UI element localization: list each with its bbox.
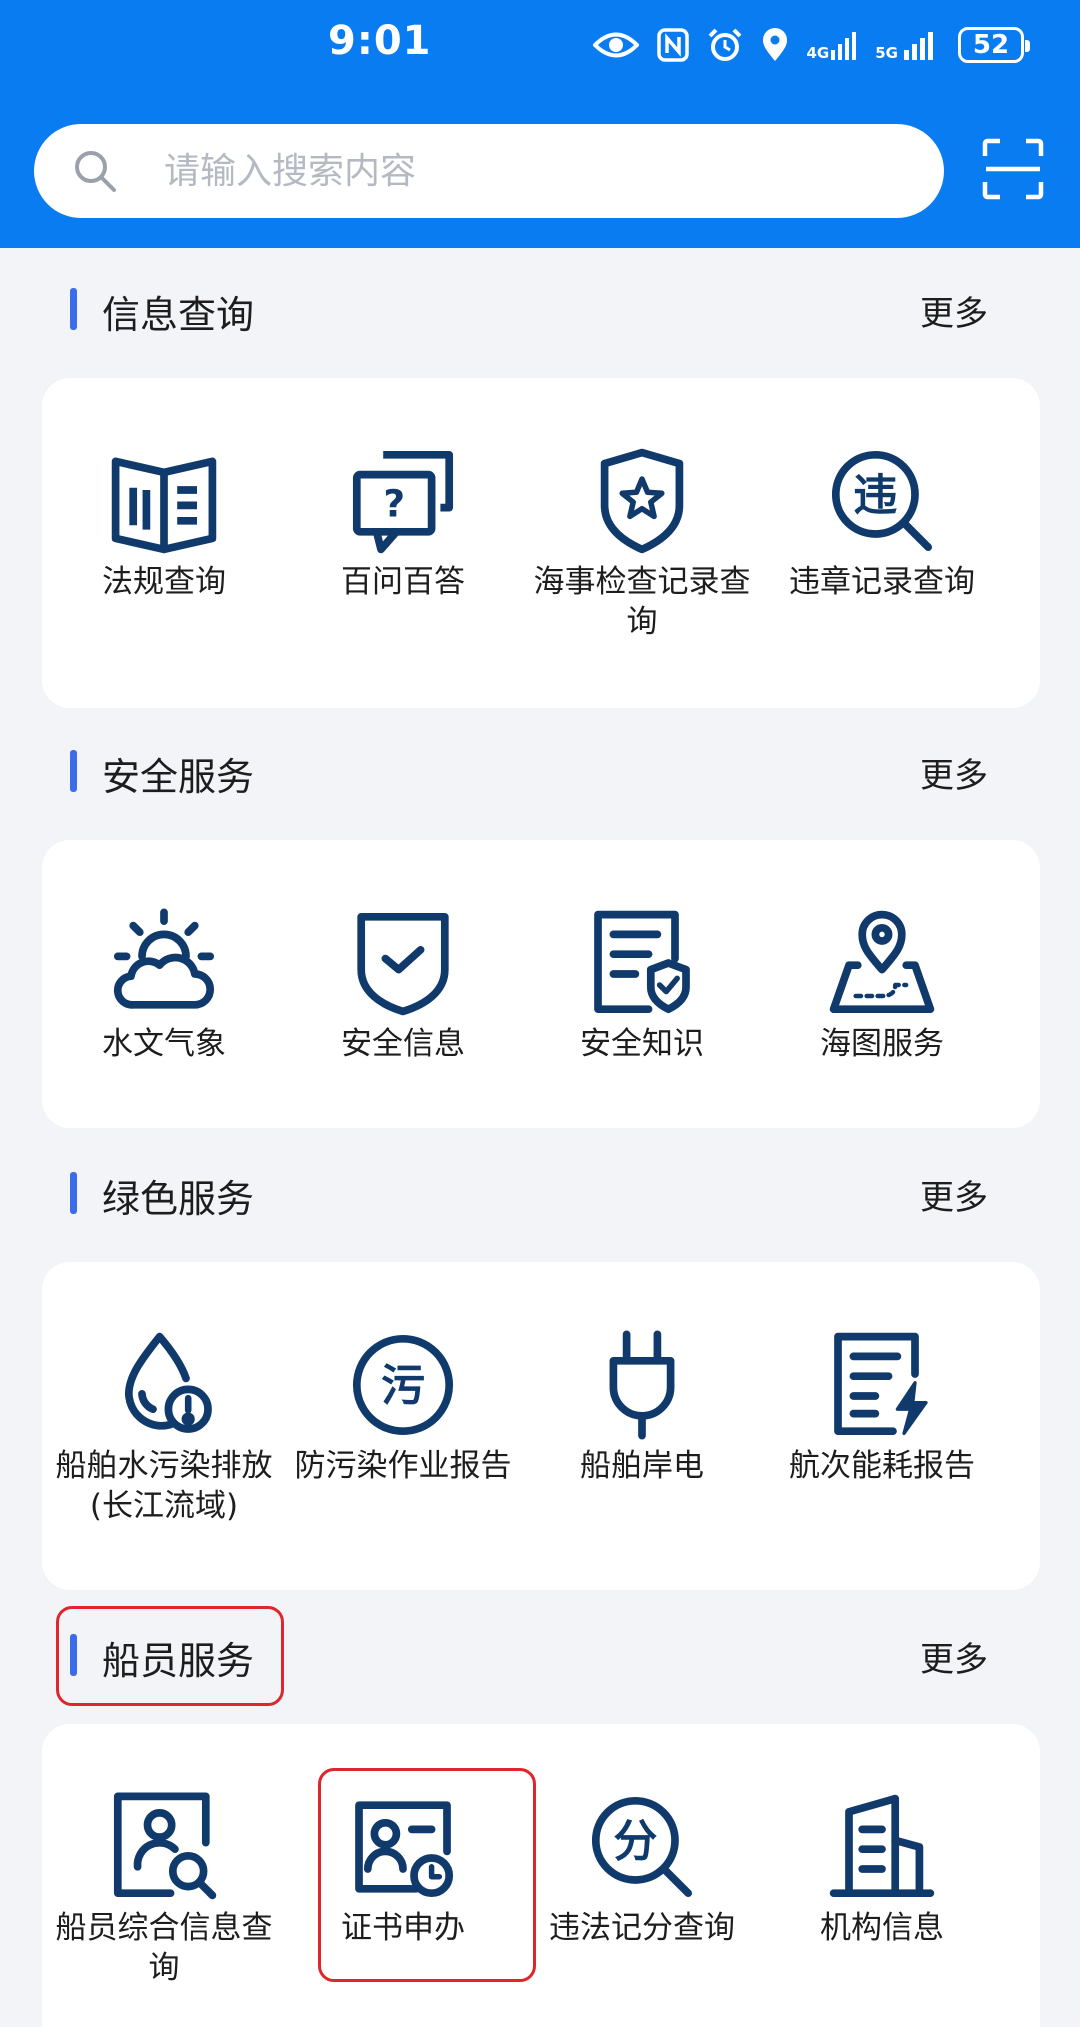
item-label: 船舶岸电: [580, 1448, 704, 1484]
item-shore-power[interactable]: 船舶岸电: [522, 1330, 762, 1486]
item-safety-knowledge[interactable]: 安全知识: [522, 908, 762, 1064]
item-label: 航次能耗报告: [789, 1448, 975, 1484]
violation-search-icon: 违: [762, 446, 1002, 556]
item-label: 海图服务: [820, 1026, 944, 1062]
location-icon: [762, 28, 787, 61]
item-chart-service[interactable]: 海图服务: [762, 908, 1002, 1064]
faq-chat-icon: ?: [283, 446, 523, 556]
signal-4g: 4G: [806, 30, 858, 62]
section-header-info: 信息查询 更多: [60, 278, 1020, 338]
section-accent-bar: [70, 1172, 77, 1214]
shield-star-icon: [522, 446, 762, 556]
building-icon: [762, 1792, 1002, 1902]
card-crew-service: 船员综合信息查询 证书申办 分 违法记分查询 机构信息: [42, 1724, 1040, 2027]
item-label: 法规查询: [102, 564, 226, 600]
item-inspection-record[interactable]: 海事检查记录查询: [522, 446, 762, 642]
item-label: 船员综合信息查询: [55, 1910, 273, 1986]
eye-icon: [592, 32, 639, 58]
score-glyph: 分: [613, 1816, 657, 1867]
signal-5g-label: 5G: [875, 44, 898, 62]
section-title: 安全服务: [102, 755, 255, 799]
weather-icon: [44, 908, 284, 1018]
signal-4g-label: 4G: [806, 44, 830, 62]
item-crew-info-query[interactable]: 船员综合信息查询: [44, 1792, 284, 1988]
item-label: 百问百答: [341, 564, 465, 600]
card-info-query: 法规查询 ? 百问百答 海事检查记录查询 违 违章记录查询: [42, 378, 1040, 708]
pollution-icon: 污: [283, 1330, 523, 1440]
item-label: 违章记录查询: [789, 564, 975, 600]
section-header-safety: 安全服务 更多: [60, 740, 1020, 800]
plug-icon: [522, 1330, 762, 1440]
item-regulation-query[interactable]: 法规查询: [44, 446, 284, 602]
violation-glyph: 违: [853, 470, 897, 521]
shield-check-icon: [283, 908, 523, 1018]
item-label: 船舶水污染排放(长江流域): [55, 1448, 273, 1524]
item-label: 安全知识: [580, 1026, 704, 1062]
highlight-box-certificate: [318, 1768, 536, 1982]
search-bar[interactable]: [34, 124, 944, 218]
search-icon: [75, 151, 116, 192]
more-link[interactable]: 更多: [920, 1632, 988, 1681]
book-icon: [44, 446, 284, 556]
item-faq[interactable]: ? 百问百答: [283, 446, 523, 602]
item-voyage-energy-report[interactable]: 航次能耗报告: [762, 1330, 1002, 1486]
more-link[interactable]: 更多: [920, 286, 988, 335]
signal-5g: 5G: [875, 30, 940, 62]
map-pin-icon: [762, 908, 1002, 1018]
alarm-icon: [708, 28, 741, 61]
section-accent-bar: [70, 750, 77, 792]
nfc-icon: [656, 28, 689, 62]
item-label: 海事检查记录查询: [533, 564, 751, 640]
section-title: 绿色服务: [102, 1177, 255, 1221]
energy-report-icon: [762, 1330, 1002, 1440]
document-shield-icon: [522, 908, 762, 1018]
more-link[interactable]: 更多: [920, 748, 988, 797]
battery-indicator: 52: [958, 27, 1030, 63]
signal-bars-icon: [831, 32, 857, 60]
item-label: 机构信息: [820, 1910, 944, 1946]
card-green-service: 船舶水污染排放(长江流域) 污 防污染作业报告 船舶岸电 航次能耗报告: [42, 1262, 1040, 1590]
item-water-pollution-discharge[interactable]: 船舶水污染排放(长江流域): [44, 1330, 284, 1526]
card-safety-service: 水文气象 安全信息 安全知识 海图服务: [42, 840, 1040, 1128]
status-time: 9:01: [328, 18, 432, 64]
item-label: 防污染作业报告: [294, 1448, 512, 1484]
crew-search-icon: [44, 1792, 284, 1902]
section-accent-bar: [70, 288, 77, 330]
item-pollution-prevention-report[interactable]: 污 防污染作业报告: [283, 1330, 523, 1486]
more-link[interactable]: 更多: [920, 1170, 988, 1219]
item-safety-info[interactable]: 安全信息: [283, 908, 523, 1064]
water-drop-alert-icon: [44, 1330, 284, 1440]
item-hydro-weather[interactable]: 水文气象: [44, 908, 284, 1064]
top-bar: 9:01 4G 5G 52: [0, 0, 1080, 248]
score-search-icon: 分: [522, 1792, 762, 1902]
item-label: 水文气象: [102, 1026, 226, 1062]
section-header-green: 绿色服务 更多: [60, 1162, 1020, 1222]
status-bar: 9:01 4G 5G 52: [0, 0, 1080, 90]
scan-icon[interactable]: [982, 138, 1044, 200]
signal-bars-icon: [904, 32, 933, 60]
section-title: 信息查询: [102, 293, 255, 337]
item-violation-record[interactable]: 违 违章记录查询: [762, 446, 1002, 602]
item-agency-info[interactable]: 机构信息: [762, 1792, 1002, 1948]
item-label: 违法记分查询: [549, 1910, 735, 1946]
status-icons: 4G 5G 52: [592, 22, 1030, 68]
item-violation-score-query[interactable]: 分 违法记分查询: [522, 1792, 762, 1948]
item-label: 安全信息: [341, 1026, 465, 1062]
highlight-box-crew-title: [56, 1606, 284, 1706]
pollution-glyph: 污: [381, 1360, 425, 1411]
svg-text:?: ?: [383, 481, 405, 525]
search-input[interactable]: [164, 124, 924, 218]
